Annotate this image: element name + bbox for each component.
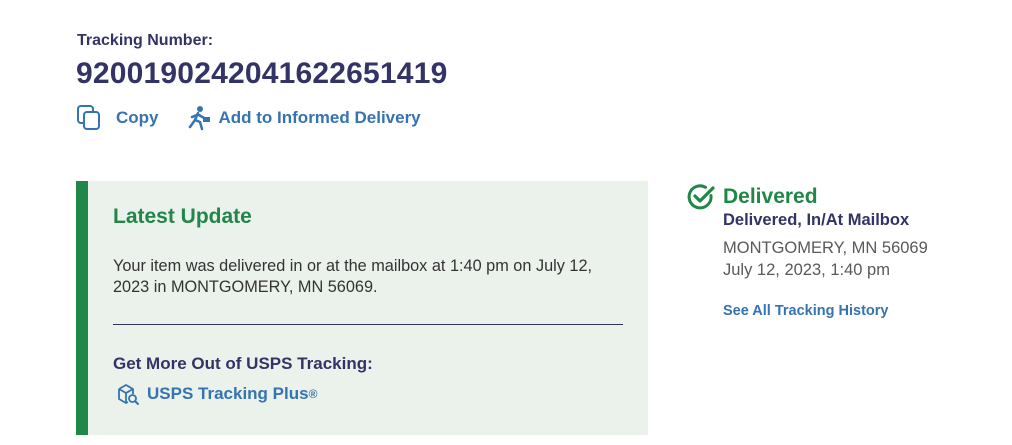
add-to-informed-delivery-link[interactable]: Add to Informed Delivery [185, 105, 421, 131]
mail-carrier-icon [185, 105, 211, 131]
tracking-number-label: Tracking Number: [77, 32, 214, 49]
latest-update-panel: Latest Update Your item was delivered in… [76, 181, 648, 435]
informed-delivery-label: Add to Informed Delivery [218, 107, 421, 127]
status-date: July 12, 2023, 1:40 pm [723, 261, 890, 279]
latest-update-heading: Latest Update [113, 205, 252, 228]
more-tracking-heading: Get More Out of USPS Tracking: [113, 354, 373, 373]
copy-icon [76, 104, 102, 131]
divider [113, 324, 623, 325]
usps-tracking-plus-label: USPS Tracking Plus [147, 384, 309, 403]
delivery-status: Delivered Delivered, In/At Mailbox MONTG… [686, 182, 928, 319]
status-header: Delivered [686, 182, 818, 212]
status-detail: Delivered, In/At Mailbox [723, 211, 910, 229]
usps-tracking-plus-link[interactable]: USPS Tracking Plus ® [116, 382, 317, 406]
copy-button[interactable]: Copy [76, 104, 159, 131]
check-circle-icon [686, 182, 716, 212]
tracking-number: 9200190242041622651419 [76, 57, 448, 90]
registered-mark: ® [308, 387, 318, 401]
status-location: MONTGOMERY, MN 56069 [723, 239, 928, 257]
copy-label: Copy [116, 107, 159, 127]
latest-update-text: Your item was delivered in or at the mai… [113, 257, 593, 296]
see-all-tracking-history-link[interactable]: See All Tracking History [723, 303, 888, 319]
tracking-actions: Copy Add to Informed Delivery [76, 104, 421, 131]
status-title: Delivered [723, 185, 818, 208]
package-search-icon [116, 382, 140, 406]
